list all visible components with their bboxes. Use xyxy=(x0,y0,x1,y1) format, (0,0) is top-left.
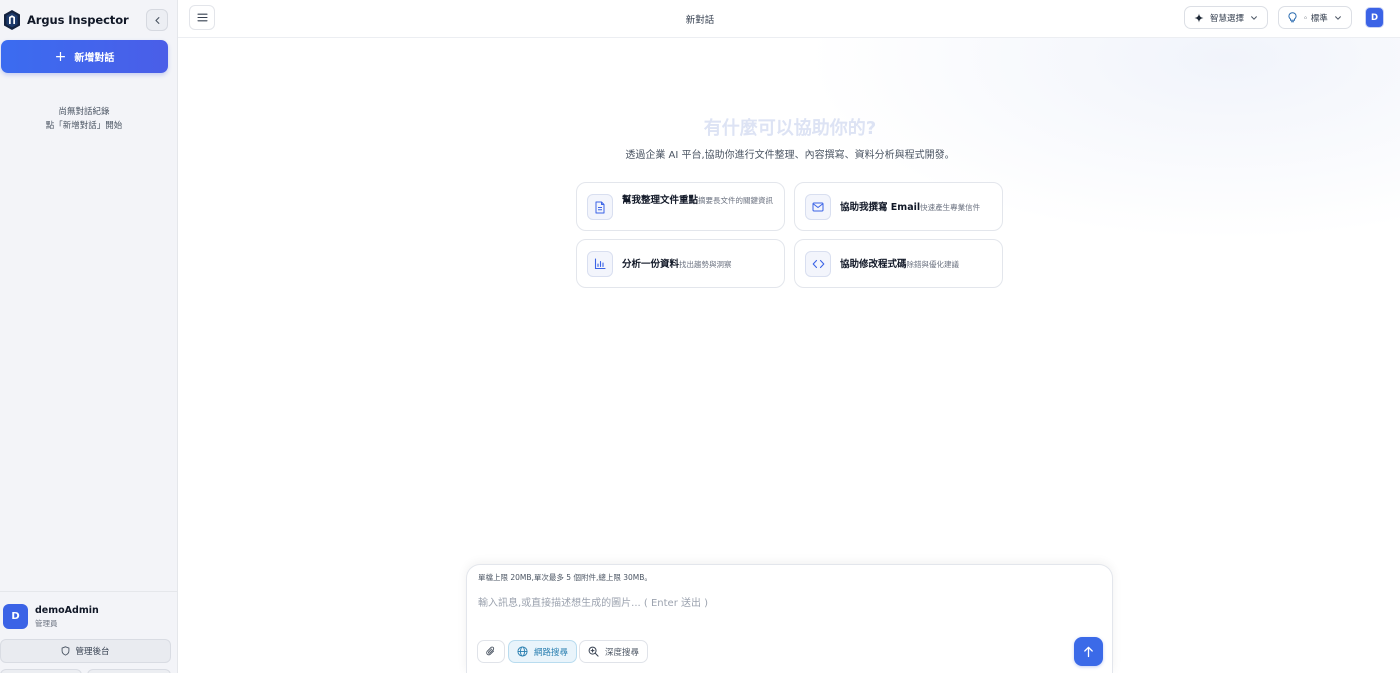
deep-search-toggle[interactable]: 深度搜尋 xyxy=(579,640,649,663)
zoom-search-icon xyxy=(588,646,599,657)
model-select[interactable]: 智慧選擇 xyxy=(1184,6,1269,29)
code-icon xyxy=(805,251,831,277)
deep-search-label: 深度搜尋 xyxy=(605,647,640,658)
hero-title: 有什麼可以協助你的? xyxy=(703,118,877,139)
suggestion-desc: 找出趨勢與洞察 xyxy=(679,260,732,269)
chevron-down-icon xyxy=(1251,15,1257,20)
empty-hint-line1: 尚無對話紀錄 xyxy=(58,107,110,117)
web-search-toggle[interactable]: 網路搜尋 xyxy=(508,640,578,663)
send-button[interactable] xyxy=(1074,637,1103,666)
document-icon xyxy=(587,194,613,220)
user-name: demoAdmin xyxy=(35,605,99,616)
admin-console-button[interactable]: 管理後台 xyxy=(0,639,171,663)
argus-logo-icon xyxy=(4,10,20,30)
new-chat-label: 新增對話 xyxy=(74,53,115,64)
suggestion-desc: 除錯與優化建議 xyxy=(906,260,960,269)
admin-console-label: 管理後台 xyxy=(75,647,110,657)
header-avatar[interactable]: D xyxy=(1365,7,1384,28)
empty-history-hint: 尚無對話紀錄 點「新增對話」開始 xyxy=(0,105,168,133)
user-role: 管理員 xyxy=(35,619,58,628)
user-avatar[interactable]: D xyxy=(3,604,28,629)
suggestion-title: 協助修改程式碼 xyxy=(840,259,907,270)
suggestion-card[interactable]: 協助我撰寫 Email快速產生專業信件 xyxy=(794,182,1003,231)
user-panel: D demoAdmin 管理員 管理後台 xyxy=(0,591,177,673)
suggestion-title: 協助我撰寫 Email xyxy=(840,202,921,213)
suggestion-card[interactable]: 分析一份資料找出趨勢與洞察 xyxy=(576,239,785,288)
sidebar: Argus Inspector + 新增對話 尚無對話紀錄 點「新增對話」開始 … xyxy=(0,0,178,673)
hero-subtitle: 透過企業 AI 平台,協助你進行文件整理、內容撰寫、資料分析與程式開發。 xyxy=(625,150,955,161)
empty-hint-line2: 點「新增對話」開始 xyxy=(45,121,123,131)
suggestion-desc: 快速產生專業信件 xyxy=(920,203,981,212)
suggestion-card[interactable]: 協助修改程式碼除錯與優化建議 xyxy=(794,239,1003,288)
lightbulb-icon xyxy=(1288,12,1297,23)
attach-button[interactable] xyxy=(477,640,505,663)
chevron-left-icon xyxy=(154,16,159,24)
mode-select-label: ◦ 標準 xyxy=(1303,13,1328,24)
suggestion-text: 協助我撰寫 Email快速產生專業信件 xyxy=(840,201,994,214)
shield-icon xyxy=(62,646,70,656)
suggestion-desc: 摘要長文件的關鍵資訊 xyxy=(698,196,774,205)
message-composer: 單檔上限 20MB,單次最多 5 個附件,總上限 30MB。 網路搜尋 深度搜尋 xyxy=(466,564,1113,673)
chart-icon xyxy=(587,251,613,277)
collapse-sidebar-button[interactable] xyxy=(146,9,168,31)
attachment-limit-note: 單檔上限 20MB,單次最多 5 個附件,總上限 30MB。 xyxy=(478,573,652,582)
arrow-up-icon xyxy=(1084,646,1093,657)
footer-button-right[interactable] xyxy=(87,669,171,673)
suggestion-title: 分析一份資料 xyxy=(622,259,680,270)
suggestion-title: 幫我整理文件重點 xyxy=(622,195,699,206)
mode-select[interactable]: ◦ 標準 xyxy=(1278,6,1352,29)
sparkle-icon xyxy=(1194,13,1204,22)
model-select-label: 智慧選擇 xyxy=(1210,13,1245,24)
plus-icon: + xyxy=(54,48,67,65)
message-input[interactable] xyxy=(478,593,1098,613)
new-chat-button[interactable]: + 新增對話 xyxy=(1,40,168,73)
footer-button-left[interactable] xyxy=(0,669,82,673)
top-bar: 新對話 智慧選擇 ◦ 標準 D xyxy=(178,0,1400,38)
paperclip-icon xyxy=(486,646,495,656)
mail-icon xyxy=(805,194,831,220)
chevron-down-icon xyxy=(1334,15,1341,20)
suggestion-card[interactable]: 幫我整理文件重點摘要長文件的關鍵資訊 xyxy=(576,182,785,231)
suggestion-text: 協助修改程式碼除錯與優化建議 xyxy=(840,258,994,271)
brand[interactable]: Argus Inspector xyxy=(4,10,129,30)
web-search-label: 網路搜尋 xyxy=(534,647,569,658)
suggestion-text: 幫我整理文件重點摘要長文件的關鍵資訊 xyxy=(622,194,776,207)
globe-icon xyxy=(517,646,528,657)
suggestion-text: 分析一份資料找出趨勢與洞察 xyxy=(622,258,776,271)
page-title: 新對話 xyxy=(685,15,715,26)
app-name: Argus Inspector xyxy=(27,13,129,27)
